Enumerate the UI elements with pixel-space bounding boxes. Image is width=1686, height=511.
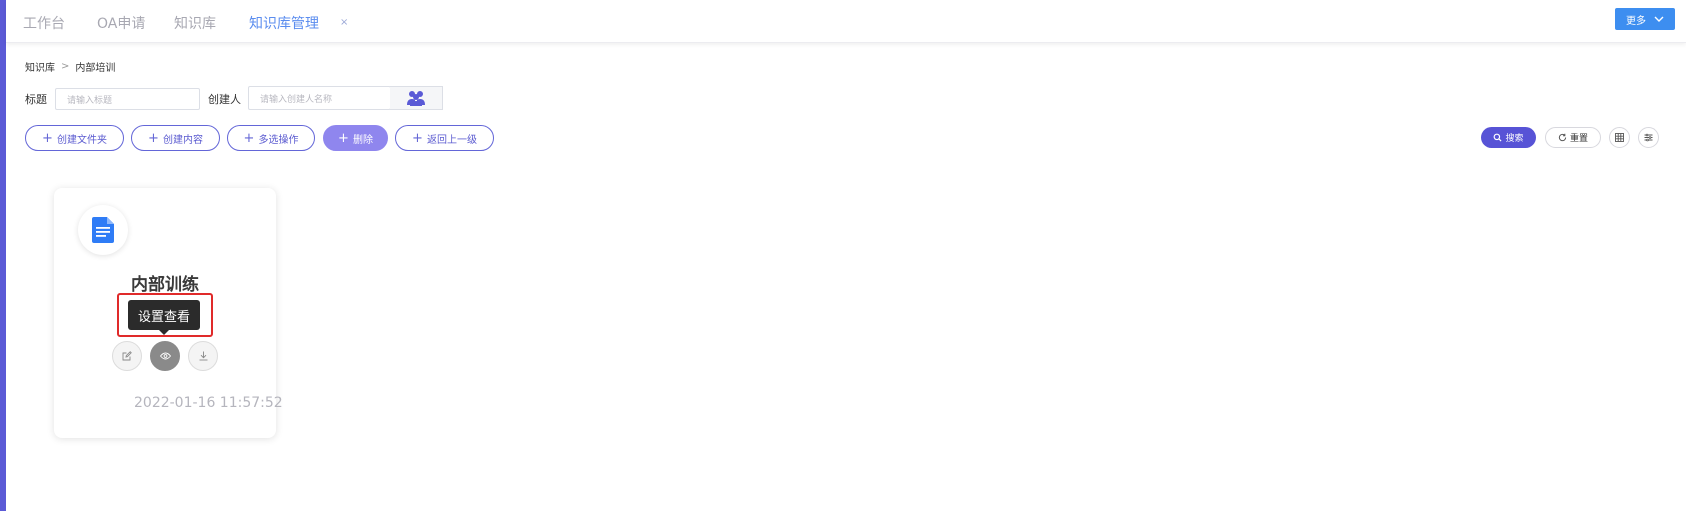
tab-knowledge-base[interactable]: 知识库 — [174, 13, 216, 33]
tab-oa-apply[interactable]: OA申请 — [97, 13, 145, 33]
search-button-label: 搜索 — [1505, 134, 1524, 144]
card-title: 内部训练 — [131, 275, 199, 295]
creator-search-input[interactable]: 请输入创建人名称 — [248, 86, 391, 110]
breadcrumb-current: 内部培训 — [75, 63, 116, 74]
multi-select-label: 多选操作 — [258, 134, 299, 146]
more-button-label: 更多 — [1626, 15, 1646, 27]
more-button[interactable]: 更多 — [1615, 8, 1675, 30]
left-accent-strip — [0, 0, 6, 511]
refresh-icon — [1558, 133, 1567, 142]
card-date: 2022-01-16 11:57:52 — [134, 395, 283, 411]
breadcrumb-root[interactable]: 知识库 — [25, 59, 55, 74]
eye-icon — [159, 352, 171, 360]
delete-label: 删除 — [352, 134, 373, 146]
tab-workbench[interactable]: 工作台 — [23, 13, 65, 33]
document-thumbnail — [78, 205, 128, 255]
creator-filter-label: 创建人 — [208, 93, 241, 106]
tooltip: 设置查看 — [128, 300, 200, 330]
view-settings-button[interactable] — [150, 341, 180, 371]
reset-button-label: 重置 — [1569, 134, 1588, 144]
grid-icon — [1615, 133, 1624, 142]
go-up-button[interactable]: + 返回上一级 — [395, 125, 494, 151]
edit-button[interactable] — [112, 341, 142, 371]
document-icon — [92, 217, 114, 243]
go-up-label: 返回上一级 — [426, 134, 477, 146]
create-folder-button[interactable]: + 创建文件夹 — [25, 125, 124, 151]
people-icon — [407, 91, 425, 106]
plus-icon: + — [338, 130, 349, 146]
filter-icon — [1644, 133, 1653, 142]
tab-knowledge-management[interactable]: 知识库管理 — [249, 13, 319, 33]
multi-select-button[interactable]: + 多选操作 — [227, 125, 315, 151]
plus-icon: + — [412, 130, 423, 146]
reset-button[interactable]: 重置 — [1545, 127, 1601, 148]
title-search-input[interactable]: 请输入标题 — [55, 88, 200, 110]
tooltip-arrow — [159, 330, 169, 335]
search-icon — [1494, 133, 1502, 142]
plus-icon: + — [42, 130, 53, 146]
search-button[interactable]: 搜索 — [1481, 127, 1536, 148]
create-content-label: 创建内容 — [162, 134, 203, 146]
download-icon — [199, 351, 207, 361]
filter-settings-button[interactable] — [1638, 127, 1659, 148]
plus-icon: + — [243, 130, 255, 146]
breadcrumb: 知识库 > 内部培训 — [25, 59, 115, 74]
content-card[interactable]: 内部训练 设置查看 2022-01-16 11:57:52 — [54, 188, 283, 438]
grid-view-button[interactable] — [1609, 127, 1630, 148]
create-folder-label: 创建文件夹 — [56, 134, 107, 146]
download-button[interactable] — [188, 341, 218, 371]
edit-icon — [122, 351, 132, 361]
title-filter-label: 标题 — [25, 93, 47, 106]
tab-bar: 工作台 OA申请 知识库 知识库管理 × — [6, 0, 1686, 43]
chevron-down-icon — [1654, 16, 1664, 22]
delete-button[interactable]: + 删除 — [323, 125, 388, 151]
plus-icon: + — [148, 130, 159, 146]
tab-close-icon[interactable]: × — [340, 17, 348, 28]
breadcrumb-separator: > — [61, 61, 70, 72]
select-creator-button[interactable] — [390, 86, 443, 110]
create-content-button[interactable]: + 创建内容 — [131, 125, 220, 151]
